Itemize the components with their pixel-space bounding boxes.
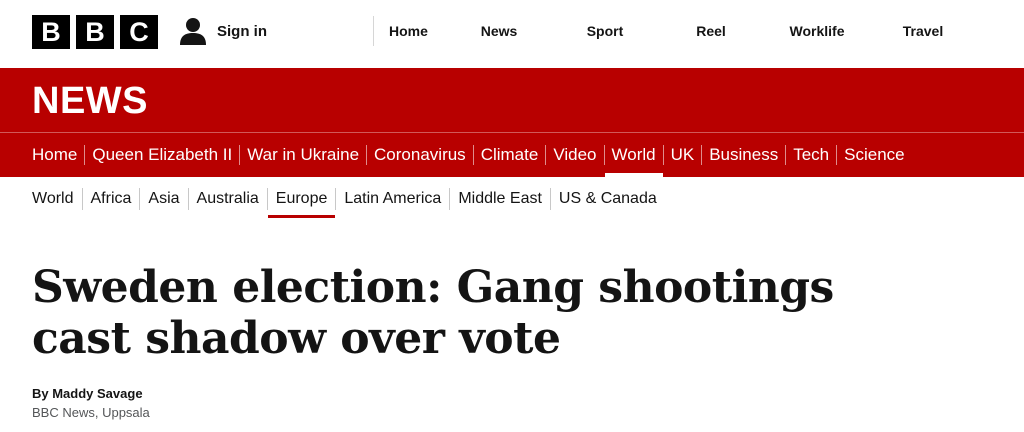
section-item-tech[interactable]: Tech <box>786 133 836 177</box>
global-nav-sport[interactable]: Sport <box>552 23 658 39</box>
subnav-link-world[interactable]: World <box>32 190 82 208</box>
news-wordmark[interactable]: NEWS <box>32 80 148 123</box>
section-link-tech[interactable]: Tech <box>786 145 836 165</box>
section-link-queen-elizabeth[interactable]: Queen Elizabeth II <box>85 145 239 165</box>
section-item-climate[interactable]: Climate <box>474 133 546 177</box>
global-nav-travel[interactable]: Travel <box>870 23 976 39</box>
section-item-home[interactable]: Home <box>32 133 84 177</box>
headline-line-2: cast shadow over vote <box>32 313 561 364</box>
section-item-uk[interactable]: UK <box>664 133 702 177</box>
subnav-item-world[interactable]: World <box>32 180 82 218</box>
section-item-world[interactable]: World <box>604 133 663 177</box>
subnav-link-middle-east[interactable]: Middle East <box>450 190 550 208</box>
subnav-item-asia[interactable]: Asia <box>140 180 187 218</box>
section-link-uk[interactable]: UK <box>664 145 702 165</box>
section-item-war-in-ukraine[interactable]: War in Ukraine <box>240 133 366 177</box>
subnav-item-africa[interactable]: Africa <box>83 180 140 218</box>
user-icon <box>180 17 206 45</box>
global-nav-home[interactable]: Home <box>374 23 446 39</box>
article-headline: Sweden election: Gang shootings cast sha… <box>32 262 852 364</box>
global-header: B B C Sign in Home News Sport Reel Workl… <box>0 0 1024 68</box>
subnav-item-europe[interactable]: Europe <box>267 180 336 218</box>
world-sub-nav: World Africa Asia Australia Europe Latin… <box>32 180 665 218</box>
section-item-business[interactable]: Business <box>702 133 785 177</box>
section-link-world[interactable]: World <box>605 145 663 165</box>
section-link-video[interactable]: Video <box>546 145 603 165</box>
section-link-science[interactable]: Science <box>837 145 911 165</box>
global-nav-reel[interactable]: Reel <box>658 23 764 39</box>
subnav-link-europe[interactable]: Europe <box>268 190 336 208</box>
subnav-link-africa[interactable]: Africa <box>83 190 140 208</box>
headline-line-1: Sweden election: Gang shootings <box>32 262 834 313</box>
global-nav: Home News Sport Reel Worklife Travel <box>373 16 976 46</box>
byline-role: BBC News, Uppsala <box>32 405 150 420</box>
section-link-business[interactable]: Business <box>702 145 785 165</box>
bbc-logo[interactable]: B B C <box>32 15 158 49</box>
bbc-logo-block-2: B <box>76 15 114 49</box>
subnav-item-us-canada[interactable]: US & Canada <box>551 180 665 218</box>
section-item-video[interactable]: Video <box>546 133 603 177</box>
section-item-queen-elizabeth[interactable]: Queen Elizabeth II <box>85 133 239 177</box>
subnav-item-australia[interactable]: Australia <box>189 180 267 218</box>
sign-in-link[interactable]: Sign in <box>180 17 267 45</box>
subnav-item-middle-east[interactable]: Middle East <box>450 180 550 218</box>
section-nav: Home Queen Elizabeth II War in Ukraine C… <box>32 133 912 177</box>
byline-author: By Maddy Savage <box>32 386 143 401</box>
subnav-link-us-canada[interactable]: US & Canada <box>551 190 665 208</box>
bbc-logo-block-1: B <box>32 15 70 49</box>
subnav-link-asia[interactable]: Asia <box>140 190 187 208</box>
global-nav-news[interactable]: News <box>446 23 552 39</box>
section-link-war-in-ukraine[interactable]: War in Ukraine <box>240 145 366 165</box>
subnav-link-australia[interactable]: Australia <box>189 190 267 208</box>
section-item-science[interactable]: Science <box>837 133 911 177</box>
bbc-logo-block-3: C <box>120 15 158 49</box>
sign-in-label: Sign in <box>217 22 267 40</box>
subnav-item-latin-america[interactable]: Latin America <box>336 180 449 218</box>
subnav-link-latin-america[interactable]: Latin America <box>336 190 449 208</box>
section-link-home[interactable]: Home <box>32 145 84 165</box>
section-link-coronavirus[interactable]: Coronavirus <box>367 145 473 165</box>
section-item-coronavirus[interactable]: Coronavirus <box>367 133 473 177</box>
section-link-climate[interactable]: Climate <box>474 145 546 165</box>
global-nav-worklife[interactable]: Worklife <box>764 23 870 39</box>
